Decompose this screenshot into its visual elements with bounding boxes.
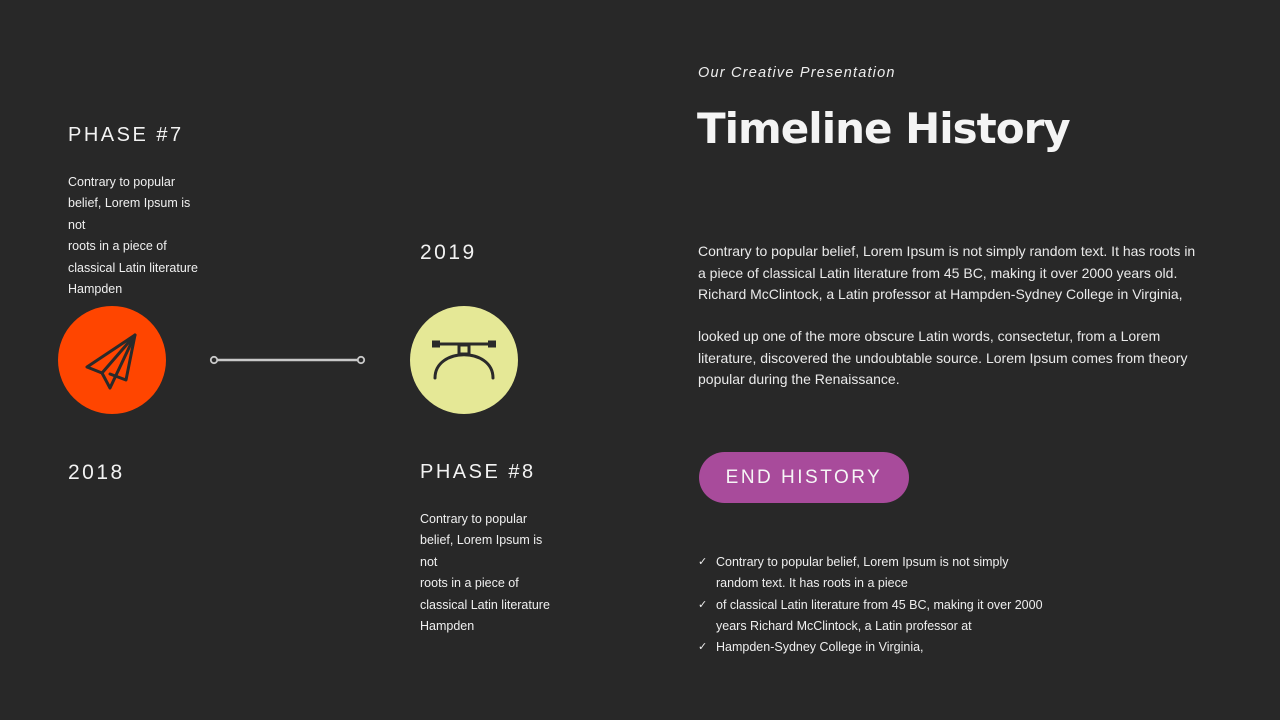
phase-8-circle [410,306,518,414]
check-icon: ✓ [698,598,708,611]
timeline-connector [209,355,366,365]
checklist-item-line: Hampden-Sydney College in Virginia, [716,640,924,655]
second-paragraph: looked up one of the more obscure Latin … [698,326,1198,391]
checklist-item: ✓ of classical Latin literature from 45 … [698,595,1043,638]
page-title: Timeline History [697,104,1071,153]
checklist-item: ✓ Hampden-Sydney College in Virginia, [698,637,1043,658]
phase-8-description-line: Contrary to popular [420,512,528,526]
checklist-item-line: years Richard McClintock, a Latin profes… [716,618,972,633]
paper-plane-icon [85,333,137,390]
intro-paragraph-line: Contrary to popular belief, Lorem Ipsum … [698,243,1196,259]
phase-7-description-line: Contrary to popular [68,175,176,189]
phase-8-description-line: not [420,554,438,569]
phase-7-description-line: roots in a piece of [68,239,167,254]
phase-8-description: Contrary to popular belief, Lorem Ipsum … [420,509,570,637]
presentation-subtitle: Our Creative Presentation [698,65,896,81]
slide: PHASE #7 Contrary to popular belief, Lor… [0,0,1280,720]
second-paragraph-line: looked up one of the more obscure Latin … [698,328,1161,344]
phase-7-description-line: not [68,217,86,232]
intro-paragraph-line: a piece of classical Latin literature fr… [698,264,1178,281]
phase-7-title: PHASE #7 [68,124,184,146]
checklist-item: ✓ Contrary to popular belief, Lorem Ipsu… [698,552,1043,595]
check-icon: ✓ [698,641,708,654]
phase-7-description-line: belief, Lorem Ipsum is [68,196,191,211]
phase-8-title: PHASE #8 [420,461,536,483]
check-icon: ✓ [698,556,708,568]
phase-8-description-line: Hampden [420,619,475,634]
intro-paragraph: Contrary to popular belief, Lorem Ipsum … [698,241,1198,306]
checklist-item-line: of classical Latin literature from 45 BC… [716,597,1043,612]
intro-paragraph-line: Richard McClintock, a Latin professor at… [698,286,1183,302]
vector-pen-tool-icon [432,340,496,380]
checklist-item-line: random text. It has roots in a piece [716,576,908,591]
phase-7-circle [58,306,166,414]
phase-7-description-line: classical Latin literature [68,260,198,275]
second-paragraph-line: popular during the Renaissance. [698,371,900,387]
phase-7-description-line: Hampden [68,282,123,297]
second-paragraph-line: literature, discovered the undoubtable s… [698,349,1188,366]
checklist: ✓ Contrary to popular belief, Lorem Ipsu… [698,552,1043,658]
phase-8-description-line: roots in a piece of [420,576,519,591]
end-history-button[interactable]: END HISTORY [699,452,909,503]
phase-7-description: Contrary to popular belief, Lorem Ipsum … [68,172,218,300]
phase-8-description-line: belief, Lorem Ipsum is [420,533,543,548]
phase-8-year: 2019 [420,241,477,264]
checklist-item-line: Contrary to popular belief, Lorem Ipsum … [716,555,1009,569]
phase-7-year: 2018 [68,461,125,484]
phase-8-description-line: classical Latin literature [420,597,550,612]
